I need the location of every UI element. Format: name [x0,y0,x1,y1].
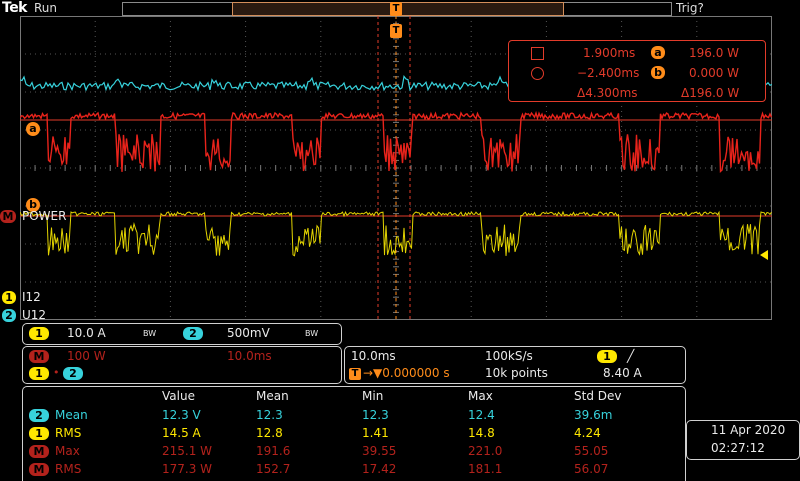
math-waveform-label: POWER [22,209,67,223]
cursor-a-marker[interactable]: a [26,122,40,136]
measurement-type: Mean [55,408,88,422]
ch1-bandwidth-icon: BW [143,329,157,338]
math-ground-marker[interactable]: M [0,210,16,223]
trigger-status: Trig? [676,1,704,15]
cursor-b-value: 0.000 W [689,66,740,80]
trigger-position-marker[interactable]: T [390,2,402,16]
ch2-scale[interactable]: 500mV [227,326,270,340]
measurement-std: 56.07 [574,462,609,476]
math-source-1-badge: 1 [29,367,49,380]
measurement-value: 177.3 W [162,462,213,476]
ch1-badge[interactable]: 1 [29,327,49,340]
cursor-delta-time: Δ4.300ms [577,86,638,100]
ch2-ground-marker[interactable]: 2 [2,309,16,322]
header-mean: Mean [256,389,289,403]
measurement-std: 4.24 [574,426,601,440]
date-display: 11 Apr 2020 [711,423,786,437]
trigger-point-marker[interactable]: T [390,24,402,38]
measurement-max: 14.8 [468,426,495,440]
horizontal-position[interactable]: →▼0.000000 s [363,366,450,380]
measurement-std: 55.05 [574,444,609,458]
measurement-value: 215.1 W [162,444,213,458]
channel-scale-panel[interactable]: 1 10.0 A BW 2 500mV BW [22,323,342,345]
trigger-slope-icon[interactable]: ╱ [627,349,634,363]
ch1-scale[interactable]: 10.0 A [67,326,106,340]
measurement-value: 12.3 V [162,408,201,422]
measurement-min: 39.55 [362,444,397,458]
table-row[interactable]: 1 RMS 14.5 A 12.8 1.41 14.8 4.24 [23,425,683,442]
ch1-ground-marker[interactable]: 1 [2,291,16,304]
trigger-level-arrow-icon[interactable] [760,250,768,260]
cursor-readout: 1.900ms −2.400ms Δ4.300ms a b 196.0 W 0.… [508,40,766,102]
table-row[interactable]: M Max 215.1 W 191.6 39.55 221.0 55.05 [23,443,683,460]
measurement-mean: 152.7 [256,462,291,476]
measurement-type: Max [55,444,80,458]
measurement-mean: 12.8 [256,426,283,440]
cursor-b-time: −2.400ms [577,66,640,80]
measurement-min: 17.42 [362,462,397,476]
measurement-value: 14.5 A [162,426,201,440]
ch2-bandwidth-icon: BW [305,329,319,338]
math-time-scale: 10.0ms [227,349,272,363]
measurement-source-badge: M [29,445,49,458]
measurement-max: 12.4 [468,408,495,422]
record-length[interactable]: 10k points [485,366,548,380]
header-std-dev: Std Dev [574,389,622,403]
measurement-max: 221.0 [468,444,503,458]
ch2-badge[interactable]: 2 [183,327,203,340]
measurement-source-badge: M [29,463,49,476]
math-panel[interactable]: M 100 W 10.0ms 1 • 2 [22,346,342,384]
measurement-type: RMS [55,426,82,440]
measurement-type: RMS [55,462,82,476]
sample-rate: 100kS/s [485,349,533,363]
ch1-waveform-label: I12 [22,290,41,304]
cursor-b-badge: b [651,66,665,79]
time-display: 02:27:12 [711,441,765,455]
measurement-std: 39.6m [574,408,613,422]
header-min: Min [362,389,384,403]
table-row[interactable]: 2 Mean 12.3 V 12.3 12.3 12.4 39.6m [23,407,683,424]
header-value: Value [162,389,195,403]
cursor-a-badge: a [651,46,665,59]
cursor-b-circle-icon [531,67,544,80]
oscilloscope-screen: Tek Run Trig? T T 1.900ms −2.400ms Δ4.30… [0,0,800,481]
ch2-waveform-label: U12 [22,308,47,322]
table-row[interactable]: M RMS 177.3 W 152.7 17.42 181.1 56.07 [23,461,683,478]
math-badge[interactable]: M [29,350,49,363]
trigger-level[interactable]: 8.40 A [603,366,642,380]
measurement-mean: 191.6 [256,444,291,458]
measurement-source-badge: 2 [29,409,49,422]
measurement-max: 181.1 [468,462,503,476]
acquisition-status[interactable]: Run [34,1,57,15]
measurement-source-badge: 1 [29,427,49,440]
measurement-min: 1.41 [362,426,389,440]
math-scale[interactable]: 100 W [67,349,106,363]
cursor-a-value: 196.0 W [689,46,740,60]
cursor-a-time: 1.900ms [583,46,636,60]
timebase-panel[interactable]: 10.0ms 100kS/s 1 ╱ T →▼0.000000 s 10k po… [344,346,686,384]
math-source-2-badge: 2 [63,367,83,380]
trigger-position-icon: T [349,368,361,380]
trigger-source-badge[interactable]: 1 [597,350,617,363]
measurement-mean: 12.3 [256,408,283,422]
horizontal-scale[interactable]: 10.0ms [351,349,396,363]
datetime-panel[interactable]: 11 Apr 2020 02:27:12 [686,420,800,460]
measurement-min: 12.3 [362,408,389,422]
math-operator-dot-icon: • [53,366,60,379]
brand-logo: Tek [2,0,28,16]
cursor-a-square-icon [531,47,544,60]
header-max: Max [468,389,493,403]
cursor-delta-value: Δ196.0 W [681,86,740,100]
measurement-panel: Value Mean Min Max Std Dev 2 Mean 12.3 V 12… [22,386,686,481]
